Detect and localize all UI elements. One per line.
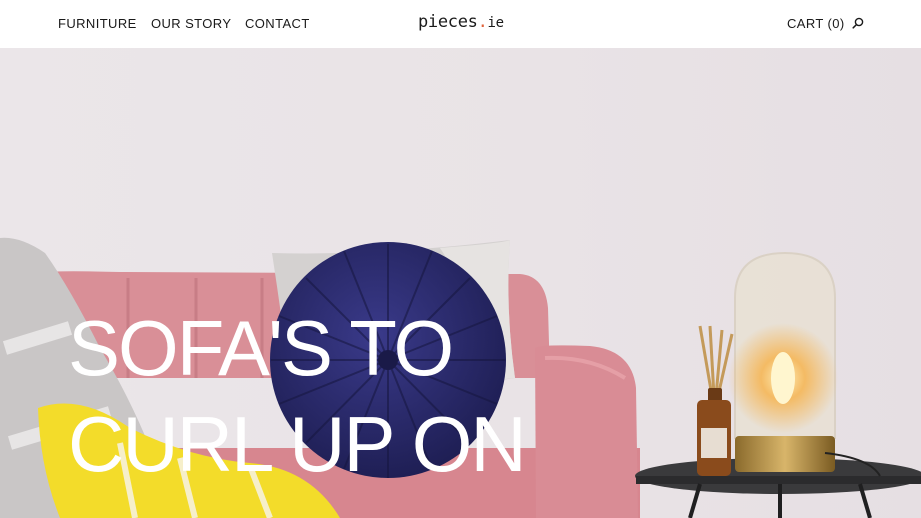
logo-name: pieces (418, 12, 478, 32)
site-header: FURNITURE OUR STORY CONTACT pieces.ie CA… (0, 0, 921, 48)
search-icon[interactable] (851, 16, 865, 30)
sofa-arm (535, 345, 638, 518)
nav-furniture[interactable]: FURNITURE (58, 16, 137, 31)
site-logo[interactable]: pieces.ie (418, 12, 504, 32)
logo-tld: ie (487, 15, 505, 31)
logo-dot: . (477, 12, 488, 32)
hero-title: SOFA'S TO CURL UP ON (68, 300, 527, 492)
nav-contact[interactable]: CONTACT (245, 16, 310, 31)
hero-title-line-2: CURL UP ON (68, 400, 527, 488)
hero-title-line-1: SOFA'S TO (68, 304, 454, 392)
cart-link[interactable]: CART (0) (787, 16, 845, 31)
nav-our-story[interactable]: OUR STORY (151, 16, 231, 31)
hero-banner: SOFA'S TO CURL UP ON (0, 48, 921, 518)
